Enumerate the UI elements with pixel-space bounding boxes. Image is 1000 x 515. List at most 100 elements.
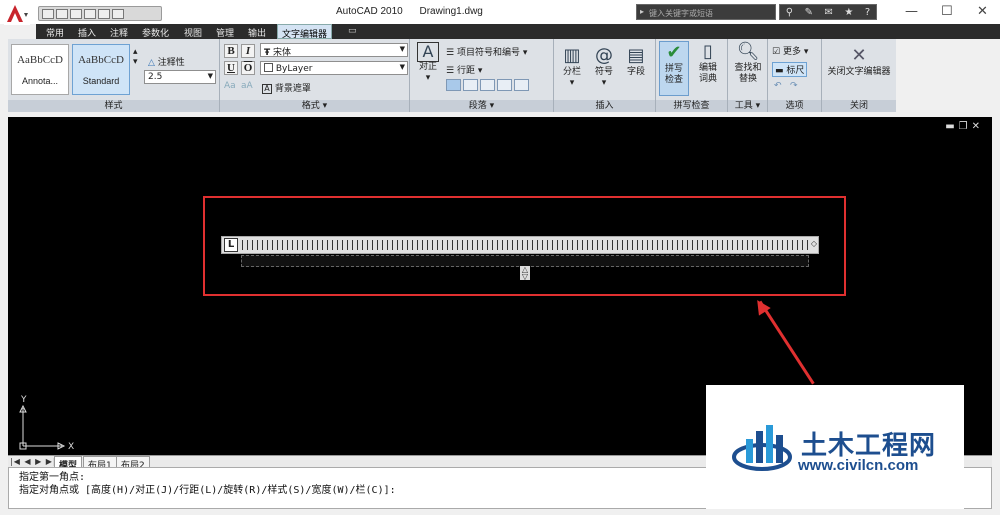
italic-button[interactable]: I xyxy=(241,44,255,58)
spell-check-button[interactable]: ✔ 拼写检查 xyxy=(659,41,689,96)
watermark-url: www.civilcn.com xyxy=(798,457,919,474)
ruler-ticks xyxy=(242,240,808,250)
communication-icon[interactable]: ✉ xyxy=(825,7,833,18)
paragraph-panel-title: 段落 ▾ xyxy=(410,100,553,112)
line-spacing-button[interactable]: ☰ 行距 ▾ xyxy=(446,63,482,76)
favorites-star-icon[interactable]: ★ xyxy=(844,7,853,18)
align-center-icon[interactable] xyxy=(463,79,478,91)
format-panel: B I U O Aa aA Ŧ 宋体 ▼ ByLayer ▼ A 背景遮罩 格式… xyxy=(220,39,410,112)
field-button[interactable]: ▤ 字段 xyxy=(622,45,650,78)
infocenter-toolbar: ⚲ ✎ ✉ ★ ? xyxy=(779,4,877,20)
uppercase-icon[interactable]: Aa xyxy=(224,81,236,91)
redo-icon[interactable] xyxy=(98,8,110,19)
tab-insert[interactable]: 插入 xyxy=(78,26,96,39)
chevron-down-icon: ▼ xyxy=(399,63,405,71)
bullets-label: 项目符号和编号 xyxy=(456,48,520,58)
columns-button[interactable]: ▥ 分栏 ▾ xyxy=(558,45,586,89)
style-name: Annota... xyxy=(21,76,59,86)
help-icon[interactable]: ? xyxy=(865,7,870,18)
tab-annotate[interactable]: 注释 xyxy=(110,26,128,39)
tab-output[interactable]: 输出 xyxy=(248,26,266,39)
text-height-value: 2.5 xyxy=(148,72,163,82)
new-icon[interactable] xyxy=(42,8,54,19)
background-mask-button[interactable]: A 背景遮罩 xyxy=(262,81,311,94)
minimize-ribbon-icon[interactable]: ▭ xyxy=(348,26,357,36)
background-mask-icon: A xyxy=(262,84,272,94)
bullets-button[interactable]: ☰ 项目符号和编号 ▾ xyxy=(446,45,527,58)
justify-button[interactable]: A 对正 ▾ xyxy=(414,42,442,84)
text-height-select[interactable]: 2.5 ▼ xyxy=(144,70,216,84)
tab-text-editor[interactable]: 文字编辑器 xyxy=(277,24,333,40)
annotative-button[interactable]: △ 注释性 xyxy=(148,55,185,68)
layout-navigation-icons[interactable]: |◀ ◀ ▶ ▶| xyxy=(10,457,57,466)
columns-icon: ▥ xyxy=(563,45,581,66)
style-panel-title: 样式 xyxy=(8,100,219,112)
plot-icon[interactable] xyxy=(112,8,124,19)
save-icon[interactable] xyxy=(70,8,82,19)
font-value: 宋体 xyxy=(273,48,292,58)
undo-icon[interactable] xyxy=(84,8,96,19)
close-text-editor-button[interactable]: ✕ 关闭文字编辑器 xyxy=(824,45,894,78)
tab-home[interactable]: 常用 xyxy=(46,26,64,39)
open-icon[interactable] xyxy=(56,8,68,19)
ruler-icon: ▬ xyxy=(775,66,784,76)
search-input[interactable]: 键入关键字或短语 xyxy=(636,4,776,20)
find-replace-label: 查找和替换 xyxy=(734,63,762,84)
tab-stop-selector[interactable]: L xyxy=(224,238,238,252)
style-sample: AaBbCcD xyxy=(78,54,124,66)
maximize-icon[interactable]: ☐ xyxy=(941,4,953,19)
ruler-label: 标尺 xyxy=(786,66,805,76)
paragraph-panel: A 对正 ▾ ☰ 项目符号和编号 ▾ ☰ 行距 ▾ 段落 ▾ xyxy=(410,39,554,112)
annotation-arrow xyxy=(758,300,815,385)
style-standard[interactable]: AaBbCcD Standard xyxy=(72,44,130,95)
wrench-icon[interactable]: ✎ xyxy=(805,7,813,18)
viewport-close-icon[interactable]: ✕ xyxy=(972,121,984,132)
text-editor-ruler[interactable]: L ◇ xyxy=(221,236,819,254)
ruler-toggle[interactable]: ▬ 标尺 xyxy=(772,62,808,77)
tab-view[interactable]: 视图 xyxy=(184,26,202,39)
watermark: 土木工程网 www.civilcn.com xyxy=(706,385,964,509)
close-icon[interactable]: ✕ xyxy=(977,4,988,19)
bold-button[interactable]: B xyxy=(224,44,238,58)
civilcn-logo-icon xyxy=(732,425,792,471)
find-replace-button[interactable]: 🔍︎ 查找和替换 xyxy=(729,41,767,85)
align-right-icon[interactable] xyxy=(480,79,495,91)
overline-button[interactable]: O xyxy=(241,61,255,75)
checkbox-icon: ☑ xyxy=(772,47,781,57)
ucs-y-label: Y xyxy=(20,395,27,405)
color-value: ByLayer xyxy=(275,64,313,74)
ruler-width-handle-icon[interactable]: ◇ xyxy=(811,239,817,248)
title-bar: AutoCAD 2010 Drawing1.dwg 键入关键字或短语 ⚲ ✎ ✉… xyxy=(0,0,1000,25)
chevron-down-icon: ▼ xyxy=(399,45,405,53)
more-button[interactable]: ☑ 更多 ▾ xyxy=(772,44,808,57)
viewport-restore-icon[interactable]: ❐ xyxy=(959,121,972,132)
align-distribute-icon[interactable] xyxy=(514,79,529,91)
edit-dictionary-button[interactable]: ▯ 编辑词典 xyxy=(693,41,723,85)
style-name: Standard xyxy=(82,76,120,86)
viewport-minimize-icon[interactable]: ▬ xyxy=(945,121,958,132)
application-menu-button[interactable] xyxy=(4,3,30,25)
align-justify-icon[interactable] xyxy=(497,79,512,91)
minimize-icon[interactable]: — xyxy=(905,4,918,19)
style-sample: AaBbCcD xyxy=(17,54,63,66)
viewport-controls: ▬❐✕ xyxy=(945,121,984,132)
tab-manage[interactable]: 管理 xyxy=(216,26,234,39)
redo-icon[interactable]: ↷ xyxy=(790,81,798,91)
ribbon: AaBbCcD Annota... AaBbCcD Standard ▴ ▾ △ … xyxy=(8,39,896,112)
undo-icon[interactable]: ↶ xyxy=(774,81,782,91)
style-scroll-icon[interactable]: ▴ ▾ xyxy=(133,47,138,67)
lowercase-icon[interactable]: aA xyxy=(241,81,253,91)
align-left-icon[interactable] xyxy=(446,79,461,91)
symbol-button[interactable]: @ 符号 ▾ xyxy=(590,45,618,89)
options-panel-title: 选项 xyxy=(768,100,821,112)
color-select[interactable]: ByLayer ▼ xyxy=(260,61,408,75)
underline-button[interactable]: U xyxy=(224,61,238,75)
tab-parametric[interactable]: 参数化 xyxy=(142,26,169,39)
alignment-buttons xyxy=(446,79,529,91)
binoculars-icon[interactable]: ⚲ xyxy=(786,7,793,18)
height-resize-handle[interactable]: △ ▽ xyxy=(520,266,530,281)
symbol-label: 符号 xyxy=(594,67,613,77)
ucs-axes-icon: Y X xyxy=(19,395,74,452)
style-annotative[interactable]: AaBbCcD Annota... xyxy=(11,44,69,95)
font-select[interactable]: Ŧ 宋体 ▼ xyxy=(260,43,408,58)
